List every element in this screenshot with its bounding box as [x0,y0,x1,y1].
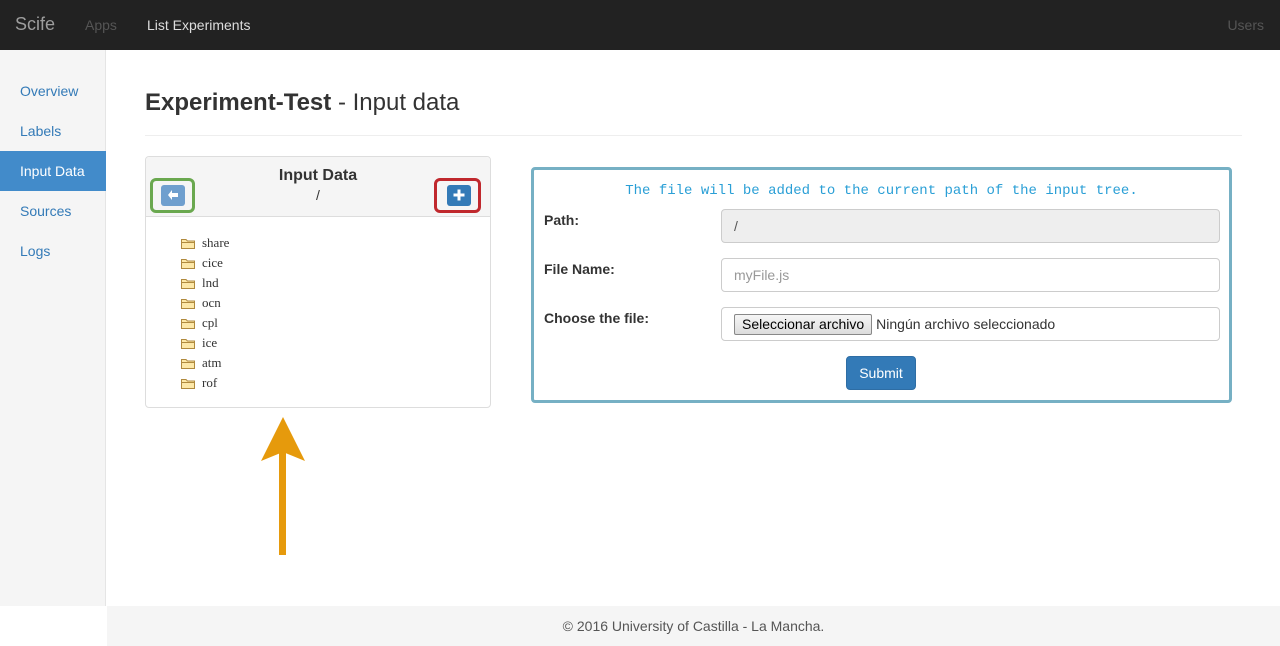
plus-icon [453,189,465,201]
sidebar-item-logs[interactable]: Logs [0,231,106,271]
folder-item[interactable]: ocn [181,293,229,313]
top-navbar: Scife Apps List Experiments Users [0,0,1280,50]
folder-name: cpl [202,315,218,330]
folder-name: ice [202,335,218,350]
folder-icon [181,298,195,309]
folder-icon [181,378,195,389]
experiment-name: Experiment-Test [145,89,332,116]
annotation-arrow-icon [261,417,305,555]
folder-item[interactable]: lnd [181,273,229,293]
upload-form-panel: The file will be added to the current pa… [531,167,1232,403]
sidebar: Overview Labels Input Data Sources Logs [0,50,106,606]
folder-name: ocn [202,295,221,310]
path-label: Path: [544,212,579,228]
choose-file-button[interactable]: Seleccionar archivo [734,313,873,335]
sidebar-item-input-data[interactable]: Input Data [0,151,106,191]
folder-tree: share cice lnd ocn cpl ice atm rof [181,233,229,393]
input-tree-panel: Input Data / share cice lnd ocn cpl ice atm rof [145,156,491,408]
tree-panel-header: Input Data / [146,157,490,217]
folder-item[interactable]: cpl [181,313,229,333]
header-divider [145,135,1242,136]
folder-icon [181,238,195,249]
nav-apps-link[interactable]: Apps [85,17,117,33]
folder-icon [181,358,195,369]
page-section: - Input data [331,89,460,116]
folder-icon [181,278,195,289]
form-note: The file will be added to the current pa… [625,183,1138,199]
nav-list-experiments-link[interactable]: List Experiments [147,17,250,33]
add-file-button[interactable] [447,185,471,206]
folder-icon [181,258,195,269]
folder-item[interactable]: rof [181,373,229,393]
folder-item[interactable]: atm [181,353,229,373]
folder-icon [181,318,195,329]
submit-button[interactable]: Submit [846,356,916,390]
nav-users-link[interactable]: Users [1227,17,1264,33]
arrow-left-icon [168,190,178,200]
filename-label: File Name: [544,261,615,277]
sidebar-item-sources[interactable]: Sources [0,191,106,231]
back-button[interactable] [161,185,185,206]
folder-name: cice [202,255,223,270]
folder-item[interactable]: cice [181,253,229,273]
folder-name: lnd [202,275,219,290]
folder-name: atm [202,355,222,370]
filename-input[interactable] [721,258,1220,292]
folder-icon [181,338,195,349]
brand-link[interactable]: Scife [15,14,55,35]
footer: © 2016 University of Castilla - La Manch… [107,606,1280,646]
file-chooser: Seleccionar archivo Ningún archivo selec… [721,307,1220,341]
path-input[interactable] [721,209,1220,243]
folder-item[interactable]: share [181,233,229,253]
sidebar-item-labels[interactable]: Labels [0,111,106,151]
folder-name: rof [202,375,218,390]
folder-name: share [202,235,230,250]
page-title: Experiment-Test - Input data [145,89,459,117]
folder-item[interactable]: ice [181,333,229,353]
choose-file-label: Choose the file: [544,310,650,326]
sidebar-item-overview[interactable]: Overview [0,71,106,111]
file-status-text: Ningún archivo seleccionado [876,316,1056,332]
